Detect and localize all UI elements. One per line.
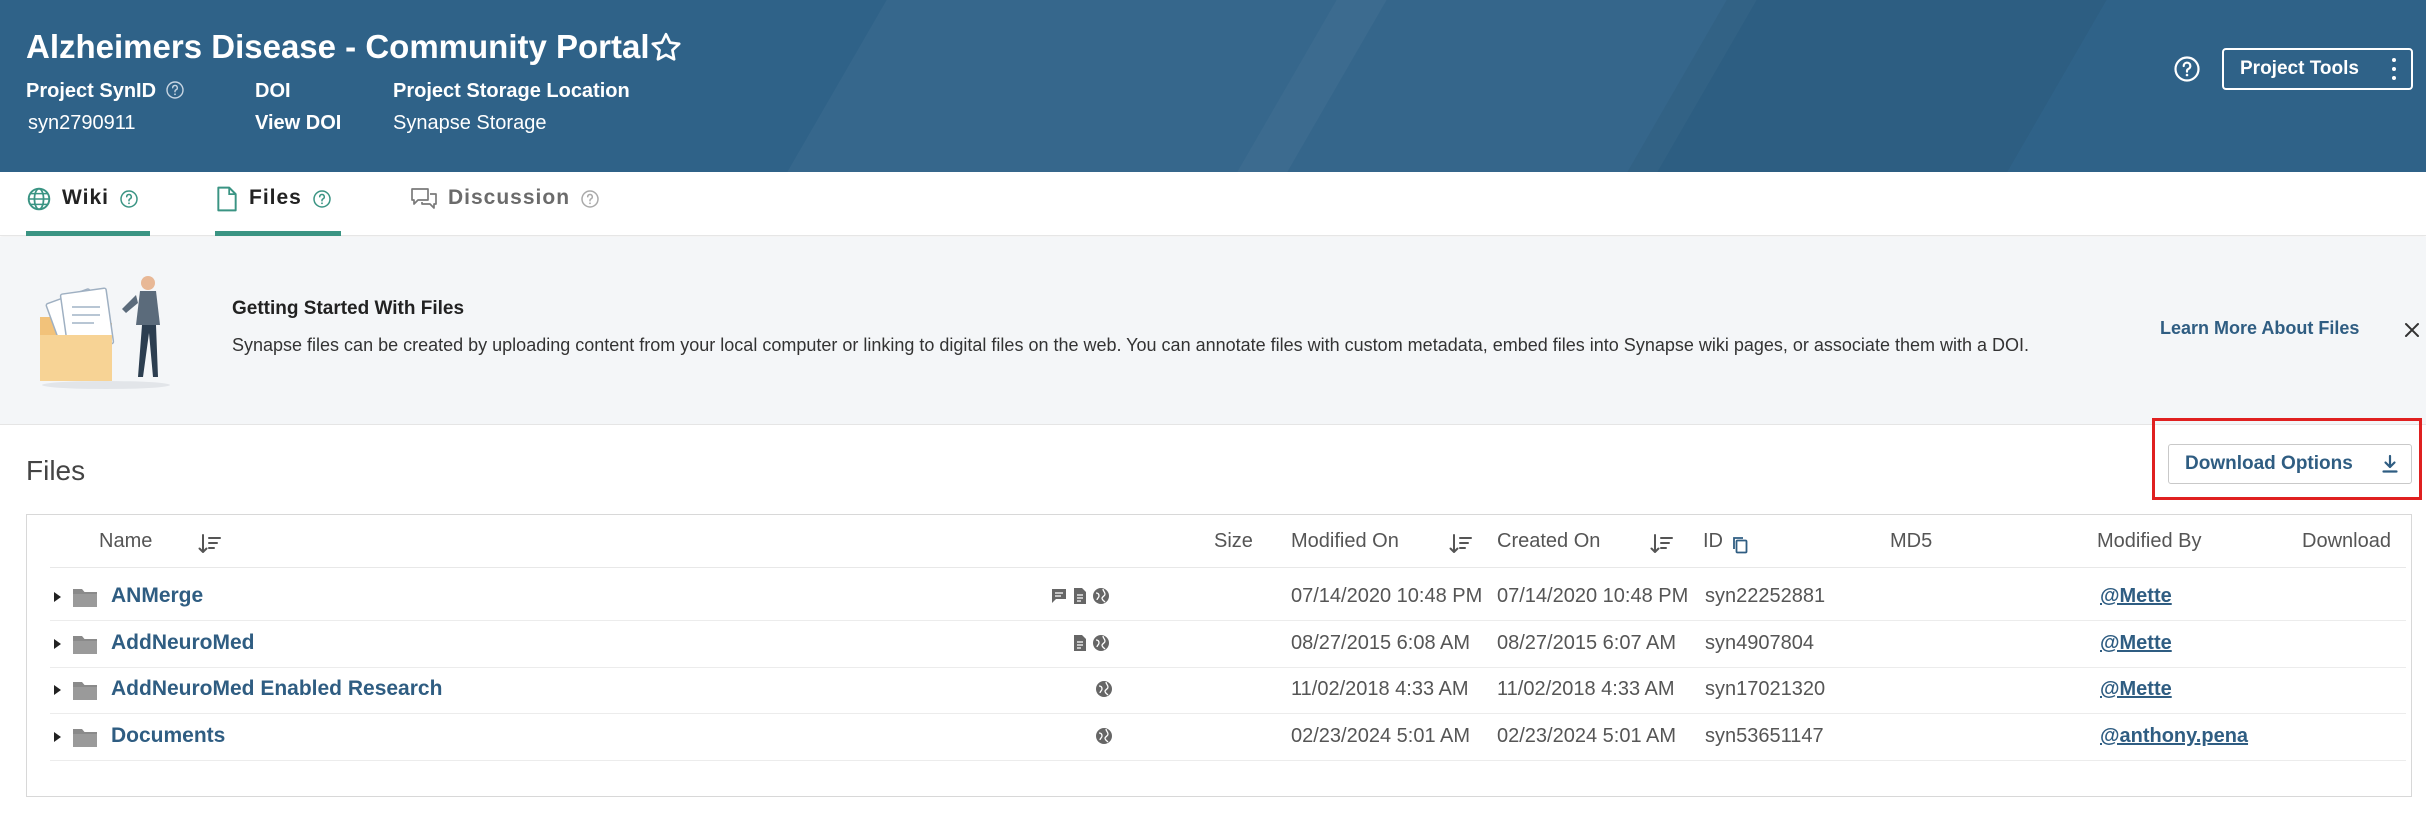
column-header-size: Size — [1214, 530, 1253, 552]
help-icon[interactable] — [580, 189, 600, 209]
modified-by-user-link[interactable]: @Mette — [2100, 632, 2172, 655]
id-value: syn17021320 — [1705, 678, 1826, 700]
column-header-modified-on: Modified On — [1291, 530, 1399, 552]
public-globe-icon[interactable] — [1092, 587, 1110, 605]
column-header-created-on: Created On — [1497, 530, 1601, 552]
modified-by-user-link[interactable]: @anthony.pena — [2100, 725, 2248, 748]
star-icon[interactable] — [648, 30, 684, 66]
row-icons — [1050, 587, 1110, 605]
id-value: syn53651147 — [1705, 725, 1824, 747]
help-icon[interactable] — [312, 189, 332, 209]
public-globe-icon[interactable] — [1095, 680, 1113, 698]
tab-wiki-label: Wiki — [62, 186, 109, 209]
learn-more-files-link[interactable]: Learn More About Files — [2160, 318, 2359, 339]
row-divider — [50, 760, 2406, 761]
modified-on-value: 08/27/2015 6:08 AM — [1291, 632, 1471, 654]
row-icons — [1095, 680, 1113, 698]
column-header-name: Name — [99, 530, 153, 552]
project-header: Alzheimers Disease - Community Portal Pr… — [0, 0, 2426, 172]
row-divider — [50, 713, 2406, 714]
doi-label: DOI — [255, 80, 291, 102]
file-name-link[interactable]: ANMerge — [111, 584, 203, 608]
row-divider — [50, 620, 2406, 621]
tab-discussion[interactable]: Discussion — [410, 186, 600, 236]
public-globe-icon[interactable] — [1095, 727, 1113, 745]
expand-arrow-icon[interactable] — [51, 684, 63, 696]
banner-title: Getting Started With Files — [232, 298, 465, 319]
column-header-id: ID — [1703, 530, 1723, 552]
copy-icon[interactable] — [1731, 535, 1749, 555]
help-icon[interactable] — [165, 80, 185, 100]
sort-icon[interactable] — [1650, 533, 1674, 555]
column-header-download: Download — [2302, 530, 2391, 552]
row-icons — [1072, 634, 1110, 652]
help-icon[interactable] — [2172, 54, 2202, 84]
banner-text: Synapse files can be created by uploadin… — [232, 335, 2029, 355]
files-heading: Files — [26, 455, 86, 486]
comment-icon[interactable] — [1050, 587, 1068, 605]
modified-on-value: 02/23/2024 5:01 AM — [1291, 725, 1471, 747]
row-icons — [1095, 727, 1113, 745]
modified-on-value: 07/14/2020 10:48 PM — [1291, 585, 1483, 607]
file-name-link[interactable]: Documents — [111, 724, 225, 748]
created-on-value: 07/14/2020 10:48 PM — [1497, 585, 1689, 607]
files-illustration-icon — [40, 276, 170, 389]
row-divider — [50, 667, 2406, 668]
modified-by-user-link[interactable]: @Mette — [2100, 585, 2172, 608]
globe-icon — [27, 187, 51, 211]
column-header-md5: MD5 — [1890, 530, 1933, 552]
project-tabs: Wiki Files Discussion — [0, 172, 2426, 236]
view-doi-link[interactable]: View DOI — [255, 112, 341, 135]
project-title: Alzheimers Disease - Community Portal — [26, 28, 650, 65]
getting-started-banner: Getting Started With Files Synapse files… — [0, 237, 2426, 425]
files-table — [26, 514, 2412, 797]
storage-location-label: Project Storage Location — [393, 80, 630, 102]
project-synid-value: syn2790911 — [28, 112, 136, 134]
modified-by-user-link[interactable]: @Mette — [2100, 678, 2172, 701]
folder-icon — [73, 729, 97, 747]
discussion-icon — [411, 188, 437, 209]
annotation-icon[interactable] — [1072, 587, 1088, 605]
table-header-divider — [50, 567, 2406, 568]
close-icon[interactable] — [2402, 320, 2422, 340]
project-tools-button[interactable]: Project Tools — [2222, 48, 2413, 90]
file-name-link[interactable]: AddNeuroMed Enabled Research — [111, 677, 442, 701]
column-header-modified-by: Modified By — [2097, 530, 2202, 552]
folder-icon — [73, 682, 97, 700]
folder-icon — [73, 589, 97, 607]
expand-arrow-icon[interactable] — [51, 731, 63, 743]
file-name-link[interactable]: AddNeuroMed — [111, 631, 255, 655]
download-options-button[interactable]: Download Options — [2168, 444, 2412, 484]
project-synid-label: Project SynID — [26, 80, 157, 102]
project-tools-label: Project Tools — [2240, 58, 2359, 79]
sort-icon[interactable] — [1449, 533, 1473, 555]
file-icon — [217, 186, 237, 212]
id-value: syn22252881 — [1705, 585, 1826, 607]
tab-files[interactable]: Files — [215, 186, 341, 236]
annotation-icon[interactable] — [1072, 634, 1088, 652]
created-on-value: 08/27/2015 6:07 AM — [1497, 632, 1677, 654]
id-value: syn4907804 — [1705, 632, 1814, 654]
created-on-value: 11/02/2018 4:33 AM — [1497, 678, 1675, 700]
tab-discussion-label: Discussion — [448, 186, 571, 209]
public-globe-icon[interactable] — [1092, 634, 1110, 652]
download-icon — [2382, 454, 2398, 473]
expand-arrow-icon[interactable] — [51, 638, 63, 650]
tab-files-label: Files — [249, 186, 302, 209]
download-options-label: Download Options — [2185, 453, 2353, 474]
created-on-value: 02/23/2024 5:01 AM — [1497, 725, 1677, 747]
help-icon[interactable] — [119, 189, 139, 209]
sort-icon[interactable] — [198, 533, 222, 555]
expand-arrow-icon[interactable] — [51, 591, 63, 603]
folder-icon — [73, 636, 97, 654]
modified-on-value: 11/02/2018 4:33 AM — [1291, 678, 1469, 700]
storage-location-value: Synapse Storage — [393, 112, 547, 134]
tab-wiki[interactable]: Wiki — [26, 186, 150, 236]
kebab-menu-icon — [2391, 58, 2397, 80]
